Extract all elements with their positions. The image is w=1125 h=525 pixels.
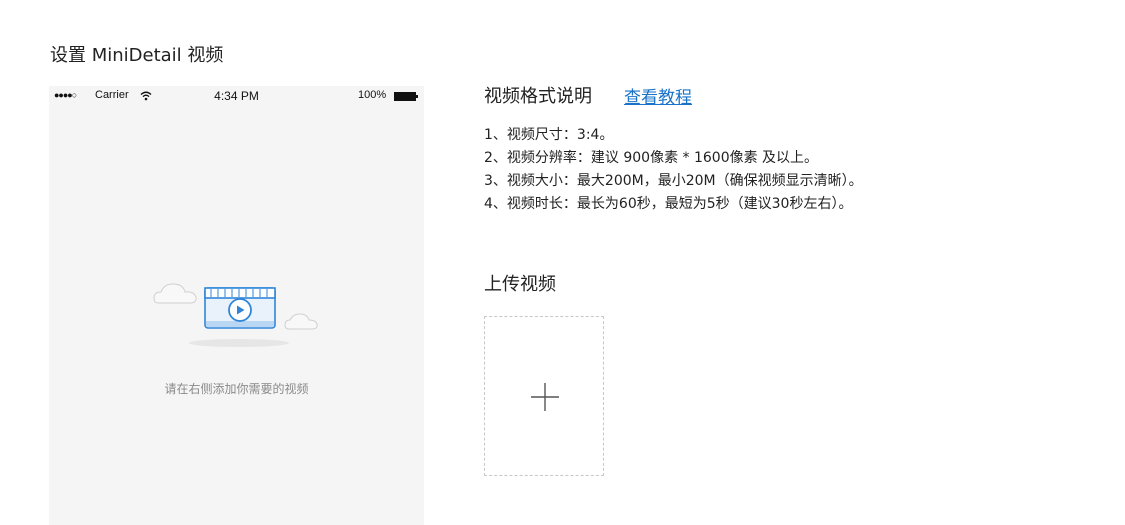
spec-item-file-size: 3、视频大小：最大200M，最小20M（确保视频显示清晰）。 — [484, 173, 863, 189]
format-spec-list: 1、视频尺寸：3:4。 2、视频分辨率：建议 900像素 * 1600像素 及以… — [484, 124, 863, 216]
page-title: 设置 MiniDetail 视频 — [50, 45, 224, 66]
battery-icon — [394, 92, 418, 101]
format-heading: 视频格式说明 — [484, 86, 592, 107]
video-placeholder-icon — [153, 283, 318, 347]
empty-hint: 请在右侧添加你需要的视频 — [164, 382, 309, 396]
upload-heading: 上传视频 — [484, 274, 556, 295]
spec-item-size: 1、视频尺寸：3:4。 — [484, 127, 614, 143]
spec-item-resolution: 2、视频分辨率：建议 900像素 * 1600像素 及以上。 — [484, 150, 819, 166]
plus-icon — [531, 383, 559, 411]
status-bar: ●●●●○ Carrier 4:34 PM 100% — [49, 86, 424, 106]
upload-video-button[interactable] — [484, 316, 604, 476]
phone-preview: ●●●●○ Carrier 4:34 PM 100% 请在右侧添加你需要的视频 — [49, 86, 424, 525]
battery-percentage: 100% — [358, 89, 387, 101]
tutorial-link[interactable]: 查看教程 — [624, 85, 692, 111]
spec-item-duration: 4、视频时长：最长为60秒，最短为5秒（建议30秒左右）。 — [484, 196, 853, 212]
